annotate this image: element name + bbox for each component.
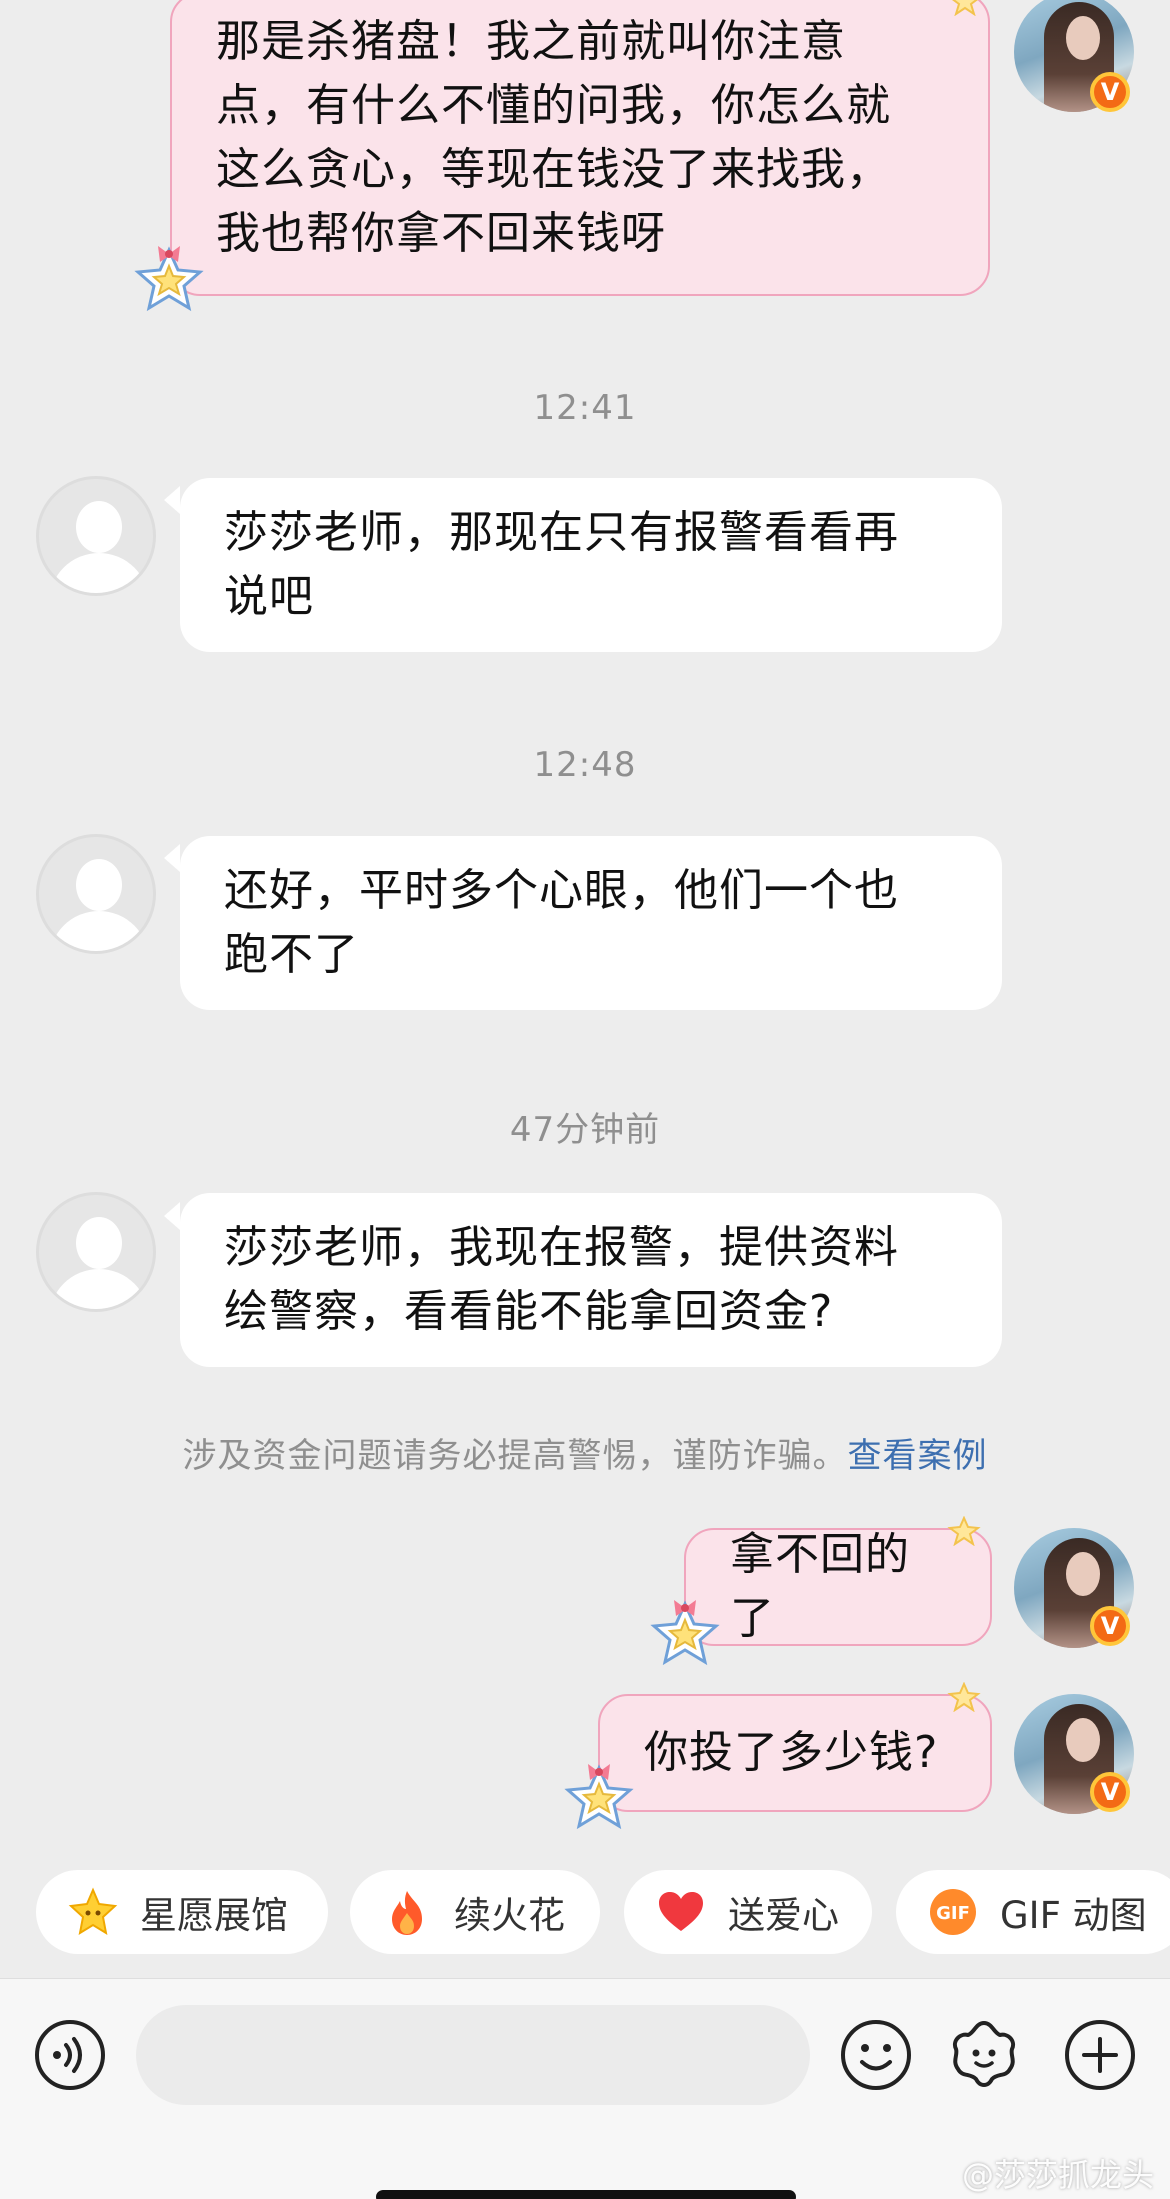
quick-action-label: 送爱心 (728, 1894, 839, 1937)
verified-badge-icon: V (1090, 1606, 1130, 1646)
bow-star-sticker-icon (134, 236, 204, 316)
message-text: 莎莎老师，我现在报警，提供资料 绘警察，看看能不能拿回资金? (224, 1222, 899, 1337)
quick-action-spark[interactable]: 续火花 (350, 1870, 600, 1954)
star-icon (68, 1887, 118, 1937)
gif-icon-text: GIF (936, 1903, 970, 1924)
verified-badge-icon: V (1090, 1772, 1130, 1812)
message-text: 那是杀猪盘！我之前就叫你注意 点，有什么不懂的问我，你怎么就 这么贪心，等现在钱… (216, 16, 891, 259)
message-bubble-sent[interactable]: 那是杀猪盘！我之前就叫你注意 点，有什么不懂的问我，你怎么就 这么贪心，等现在钱… (170, 0, 990, 296)
timestamp: 12:48 (533, 745, 637, 785)
sticker-flower-icon[interactable] (944, 2015, 1024, 2095)
message-bubble-sent[interactable]: 你投了多少钱? (598, 1694, 992, 1812)
bow-star-sticker-icon (564, 1754, 634, 1834)
emoji-icon[interactable] (836, 2015, 916, 2095)
contact-avatar[interactable] (36, 834, 156, 954)
message-bubble-received[interactable]: 莎莎老师，那现在只有报警看看再 说吧 (180, 478, 1002, 652)
quick-action-label: GIF 动图 (1000, 1894, 1147, 1937)
bow-star-sticker-icon (650, 1590, 720, 1670)
star-decoration-icon (945, 0, 985, 20)
quick-action-star-gallery[interactable]: 星愿展馆 (36, 1870, 328, 1954)
star-decoration-icon (944, 1681, 984, 1716)
fire-icon (382, 1887, 432, 1937)
gif-icon: GIF (928, 1887, 978, 1937)
quick-action-label: 续火花 (454, 1894, 565, 1937)
home-indicator[interactable] (376, 2190, 796, 2199)
weibo-watermark: @莎莎抓龙头 (961, 2156, 1154, 2194)
heart-icon (656, 1887, 706, 1937)
message-text: 拿不回的了 (730, 1529, 910, 1644)
contact-avatar[interactable] (36, 476, 156, 596)
fraud-warning-notice: 涉及资金问题请务必提高警惕，谨防诈骗。查看案例 (0, 1428, 1170, 1477)
timestamp: 12:41 (533, 388, 637, 428)
quick-actions-bar: 星愿展馆 续火花 送爱心 GIF GIF 动图 (0, 1870, 1170, 1954)
quick-action-gif[interactable]: GIF GIF 动图 (896, 1870, 1170, 1954)
message-text: 你投了多少钱? (644, 1727, 939, 1778)
star-decoration-icon (944, 1515, 984, 1550)
message-text: 莎莎老师，那现在只有报警看看再 说吧 (224, 507, 899, 622)
message-bubble-received[interactable]: 莎莎老师，我现在报警，提供资料 绘警察，看看能不能拿回资金? (180, 1193, 1002, 1367)
message-bubble-received[interactable]: 还好，平时多个心眼，他们一个也 跑不了 (180, 836, 1002, 1010)
chat-message-list[interactable]: 那是杀猪盘！我之前就叫你注意 点，有什么不懂的问我，你怎么就 这么贪心，等现在钱… (0, 0, 1170, 1860)
message-text: 还好，平时多个心眼，他们一个也 跑不了 (224, 865, 899, 980)
contact-avatar[interactable] (36, 1192, 156, 1312)
quick-action-label: 星愿展馆 (140, 1894, 288, 1937)
view-cases-link[interactable]: 查看案例 (848, 1436, 988, 1476)
fraud-warning-text: 涉及资金问题请务必提高警惕，谨防诈骗。 (182, 1436, 848, 1476)
message-input[interactable] (136, 2005, 810, 2105)
voice-icon[interactable] (30, 2015, 110, 2095)
verified-badge-icon: V (1090, 72, 1130, 112)
timestamp: 47分钟前 (509, 1110, 661, 1150)
quick-action-send-love[interactable]: 送爱心 (624, 1870, 872, 1954)
plus-icon[interactable] (1060, 2015, 1140, 2095)
